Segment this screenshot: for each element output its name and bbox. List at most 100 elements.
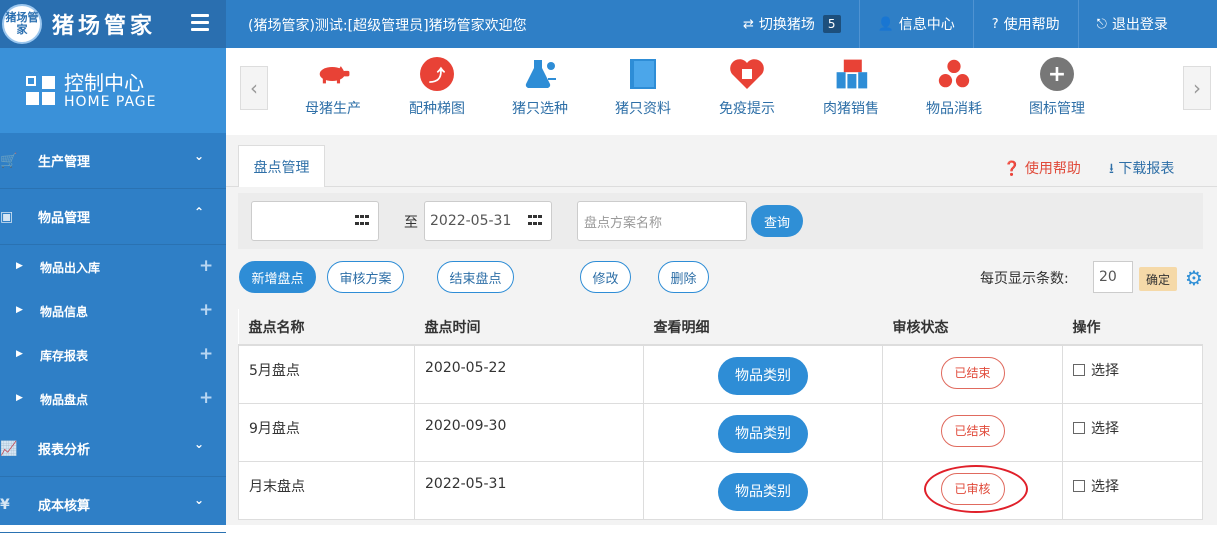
plan-name-input[interactable]: 盘点方案名称 [577, 201, 747, 241]
sidebar-subitem[interactable]: ▶ 物品信息 + [0, 289, 226, 333]
tab-row: 盘点管理 ❓ 使用帮助 ⭳ 下载报表 [226, 135, 1217, 187]
sidebar-item-reports[interactable]: 📈 报表分析 ⌄ [0, 421, 226, 477]
chevron-down-icon: ⌄ [194, 493, 205, 507]
app-logo[interactable]: 猪场管家 猪场管家 [0, 0, 226, 48]
switch-farm-button[interactable]: ⇄ 切换猪场 5 [725, 0, 860, 48]
scroll-right-arrow-icon[interactable]: › [1183, 66, 1211, 110]
sidebar-item-goods[interactable]: ▣ 物品管理 ⌃ [0, 189, 226, 245]
plus-icon: + [199, 256, 214, 276]
query-button[interactable]: 查询 [751, 205, 803, 237]
col-header-status[interactable]: 审核状态 [882, 309, 1063, 346]
quick-pork-sales[interactable]: 肉猪销售 [806, 56, 896, 118]
calendar-icon[interactable] [528, 215, 542, 227]
chevron-down-icon: ⌄ [194, 437, 205, 451]
chevron-down-icon: ⌄ [194, 149, 205, 163]
confirm-button[interactable]: 确定 [1139, 267, 1177, 291]
table-row[interactable]: 9月盘点 2020-09-30 物品类别 已结束 选择 [238, 402, 1203, 462]
quick-goods-consumption[interactable]: 物品消耗 [909, 56, 999, 118]
logo-text: 猪场管家 [52, 13, 157, 39]
sidebar-item-label: 报表分析 [38, 443, 91, 458]
help-button[interactable]: ? 使用帮助 [974, 0, 1079, 48]
swap-icon: ⇄ [743, 16, 754, 32]
top-actions: ⇄ 切换猪场 5 👤 信息中心 ? 使用帮助 ⎋ 退出登录 [725, 0, 1186, 48]
end-date-input[interactable]: 2022-05-31 [424, 201, 552, 241]
delete-button[interactable]: 删除 [658, 261, 709, 293]
inventory-table: 盘点名称 盘点时间 查看明细 审核状态 操作 5月盘点 2020-05-22 物… [238, 309, 1203, 520]
col-header-name[interactable]: 盘点名称 [238, 309, 415, 346]
download-report-link[interactable]: ⭳ 下载报表 [1109, 155, 1187, 187]
status-badge-highlighted: 已审核 [923, 464, 1028, 513]
gear-icon[interactable]: ⚙ [1185, 266, 1203, 290]
book-icon [625, 56, 661, 92]
sidebar-subitem-label: 物品出入库 [40, 260, 101, 275]
pig-icon [315, 56, 351, 92]
logout-button[interactable]: ⎋ 退出登录 [1079, 0, 1186, 48]
sidebar-item-label: 成本核算 [38, 499, 91, 514]
quick-icon-management[interactable]: + 图标管理 [1012, 56, 1102, 118]
sidebar-subitem[interactable]: ▶ 物品出入库 + [0, 245, 226, 289]
cart-icon: 🛒 [0, 153, 18, 169]
quick-label: 配种梯图 [409, 101, 465, 117]
control-center[interactable]: 控制中心 HOME PAGE [0, 48, 226, 133]
stairs-icon: ⤴ [419, 56, 455, 92]
select-checkbox[interactable]: 选择 [1073, 476, 1119, 496]
sales-icon [833, 56, 869, 92]
logout-icon: ⎋ [1096, 16, 1107, 32]
review-plan-button[interactable]: 审核方案 [327, 261, 404, 293]
calendar-icon[interactable] [355, 215, 369, 227]
cell-op: 选择 [1062, 344, 1203, 404]
control-title: 控制中心 [64, 70, 144, 95]
select-checkbox[interactable]: 选择 [1073, 360, 1119, 380]
sidebar-subitem-label: 库存报表 [40, 348, 89, 363]
info-center-button[interactable]: 👤 信息中心 [860, 0, 974, 48]
welcome-text: (猪场管家)测试:[超级管理员]猪场管家欢迎您 [248, 18, 527, 34]
select-checkbox[interactable]: 选择 [1073, 418, 1119, 438]
quick-label: 免疫提示 [719, 101, 775, 117]
goods-category-button[interactable]: 物品类别 [718, 414, 808, 453]
sidebar-subitem-label: 物品信息 [40, 304, 89, 319]
hamburger-menu-icon[interactable] [191, 14, 209, 32]
highlight-ring [923, 464, 1028, 513]
quick-sow-production[interactable]: 母猪生产 [288, 56, 378, 118]
col-header-detail[interactable]: 查看明细 [643, 309, 883, 346]
quick-label: 肉猪销售 [823, 101, 879, 117]
user-icon: 👤 [877, 16, 894, 32]
col-header-op[interactable]: 操作 [1062, 309, 1203, 346]
top-bar: 猪场管家 猪场管家 (猪场管家)测试:[超级管理员]猪场管家欢迎您 ⇄ 切换猪场… [0, 0, 1217, 48]
triangle-right-icon: ▶ [16, 261, 23, 271]
edit-button[interactable]: 修改 [580, 261, 631, 293]
cell-name: 5月盘点 [238, 344, 415, 404]
quick-pig-info[interactable]: 猪只资料 [598, 56, 688, 118]
end-inventory-button[interactable]: 结束盘点 [437, 261, 514, 293]
select-label: 选择 [1091, 478, 1119, 495]
plus-icon: + [199, 388, 214, 408]
plus-icon: + [199, 344, 214, 364]
per-page-input[interactable]: 20 [1093, 261, 1133, 293]
scroll-left-arrow-icon[interactable]: ‹ [240, 66, 268, 110]
help-link[interactable]: ❓ 使用帮助 [1003, 155, 1081, 187]
table-row[interactable]: 月末盘点 2022-05-31 物品类别 已审核 选择 [238, 460, 1203, 520]
cell-status: 已审核 [882, 460, 1063, 520]
quick-breeding-chart[interactable]: ⤴ 配种梯图 [392, 56, 482, 118]
cell-name: 9月盘点 [238, 402, 415, 462]
quick-label: 图标管理 [1029, 101, 1085, 117]
goods-category-button[interactable]: 物品类别 [718, 472, 808, 511]
quick-pig-selection[interactable]: 猪只选种 [495, 56, 585, 118]
chevron-up-icon: ⌃ [194, 205, 205, 219]
add-inventory-button[interactable]: 新增盘点 [239, 261, 316, 293]
cell-date: 2022-05-31 [414, 460, 644, 520]
sidebar-item-production[interactable]: 🛒 生产管理 ⌄ [0, 133, 226, 189]
heart-icon [729, 56, 765, 92]
cell-name: 月末盘点 [238, 460, 415, 520]
box-icon: ▣ [0, 209, 14, 225]
triangle-right-icon: ▶ [16, 305, 23, 315]
table-row[interactable]: 5月盘点 2020-05-22 物品类别 已结束 选择 [238, 344, 1203, 404]
checkbox-icon [1073, 364, 1085, 376]
goods-category-button[interactable]: 物品类别 [718, 357, 808, 395]
quick-immune-reminder[interactable]: 免疫提示 [702, 56, 792, 118]
col-header-date[interactable]: 盘点时间 [414, 309, 644, 346]
sidebar-subitem[interactable]: ▶ 库存报表 + [0, 333, 226, 377]
start-date-input[interactable] [251, 201, 379, 241]
sidebar-subitem[interactable]: ▶ 物品盘点 + [0, 377, 226, 421]
tab-inventory[interactable]: 盘点管理 [238, 145, 325, 187]
